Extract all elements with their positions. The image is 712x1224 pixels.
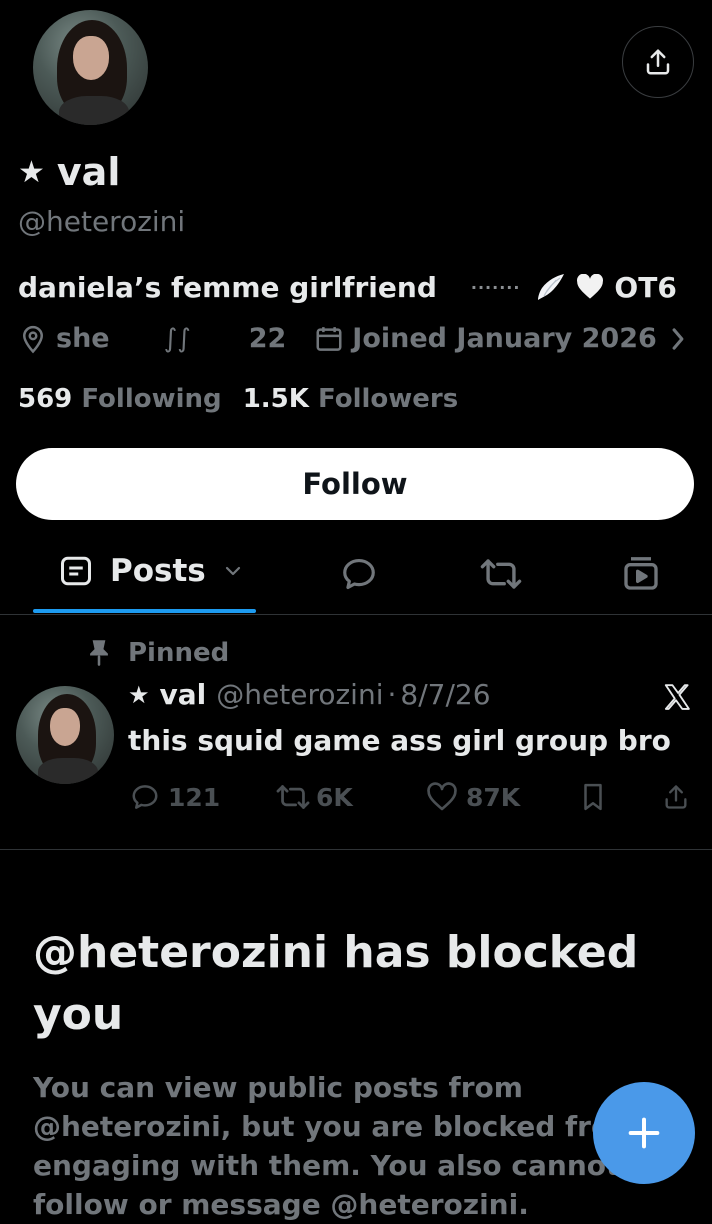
- chevron-right-icon[interactable]: [669, 326, 687, 352]
- location-text: she: [56, 323, 110, 354]
- profile-meta-row: she ∫∫ 22 Joined January 2026: [18, 323, 687, 354]
- reply-count: 121: [168, 782, 221, 812]
- tweet-text: this squid game ass girl group bro: [128, 724, 671, 757]
- reply-action[interactable]: 121: [130, 782, 220, 812]
- profile-avatar[interactable]: [33, 10, 148, 125]
- share-icon: [646, 49, 670, 75]
- bookmark-action[interactable]: [580, 782, 606, 812]
- tabs-divider: [0, 614, 712, 615]
- following-count: 569: [18, 384, 73, 414]
- reply-icon: [132, 785, 158, 809]
- followers-link[interactable]: 1.5K Followers: [243, 384, 459, 414]
- bio-tag: OT6: [614, 270, 677, 304]
- profile-bio: daniela’s femme girlfriend ······· OT6: [18, 270, 677, 304]
- compose-button[interactable]: [593, 1082, 695, 1184]
- profile-website[interactable]: 22: [249, 323, 287, 354]
- profile-location: she: [18, 323, 110, 354]
- pin-icon: [90, 640, 108, 666]
- tweet-separator: ·: [387, 678, 397, 711]
- following-label: Following: [81, 384, 222, 414]
- joined-text: Joined January 2026: [352, 323, 657, 354]
- active-tab-indicator: [33, 609, 256, 613]
- profile-joined: Joined January 2026: [314, 323, 657, 354]
- tab-posts[interactable]: Posts: [58, 553, 242, 589]
- retweet-action[interactable]: 6K: [276, 782, 353, 812]
- blocked-body: You can view public posts from @heterozi…: [33, 1071, 640, 1221]
- media-icon: [624, 557, 658, 590]
- tweet-header: ★ val @heterozini · 8/7/26: [128, 678, 491, 711]
- followers-label: Followers: [318, 384, 459, 414]
- chevron-down-icon[interactable]: [224, 565, 242, 577]
- posts-icon: [61, 556, 91, 586]
- follow-button[interactable]: Follow: [16, 448, 694, 520]
- like-action[interactable]: 87K: [426, 782, 520, 812]
- bio-text: daniela’s femme girlfriend: [18, 270, 437, 304]
- tab-reposts[interactable]: [480, 555, 522, 595]
- tweet-author-star: ★: [128, 680, 150, 709]
- location-glyph: ∫∫: [163, 323, 191, 354]
- tweet-date[interactable]: 8/7/26: [400, 678, 490, 711]
- share-icon: [665, 785, 687, 809]
- x-logo: [662, 682, 692, 712]
- wing-emoji-icon: [538, 274, 565, 300]
- pinned-text: Pinned: [128, 638, 230, 668]
- tweet-divider: [0, 849, 712, 850]
- like-icon: [427, 782, 457, 811]
- retweet-icon: [276, 785, 310, 809]
- tweet-avatar[interactable]: [16, 686, 114, 784]
- tab-posts-label: Posts: [110, 553, 206, 589]
- replies-icon: [343, 558, 375, 590]
- profile-handle: @heterozini: [18, 205, 186, 238]
- retweet-count: 6K: [316, 782, 353, 812]
- location-icon: [22, 325, 44, 353]
- tab-replies[interactable]: [340, 555, 380, 595]
- follow-counts: 569 Following 1.5K Followers: [18, 384, 458, 414]
- bio-dots: ·······: [470, 277, 521, 297]
- bookmark-icon: [584, 783, 602, 811]
- tweet-author-handle[interactable]: @heterozini: [216, 678, 383, 711]
- tab-media[interactable]: [621, 553, 661, 595]
- plus-icon: [628, 1117, 660, 1149]
- followers-count: 1.5K: [242, 384, 309, 414]
- heart-emoji-icon: [577, 274, 604, 299]
- profile-name: ★ val: [18, 150, 120, 194]
- share-profile-button[interactable]: [622, 26, 694, 98]
- retweet-icon: [480, 559, 522, 589]
- share-action[interactable]: [662, 782, 690, 812]
- name-star: ★: [18, 154, 45, 190]
- profile-name-text: val: [56, 150, 121, 194]
- x-logo-icon: [664, 684, 690, 710]
- pinned-label: Pinned: [86, 638, 229, 668]
- following-link[interactable]: 569 Following: [18, 384, 231, 414]
- blocked-title: @heterozini has blocked you: [33, 927, 639, 1040]
- like-count: 87K: [466, 782, 521, 812]
- tweet-author-name[interactable]: val: [160, 678, 207, 711]
- calendar-icon: [316, 326, 342, 351]
